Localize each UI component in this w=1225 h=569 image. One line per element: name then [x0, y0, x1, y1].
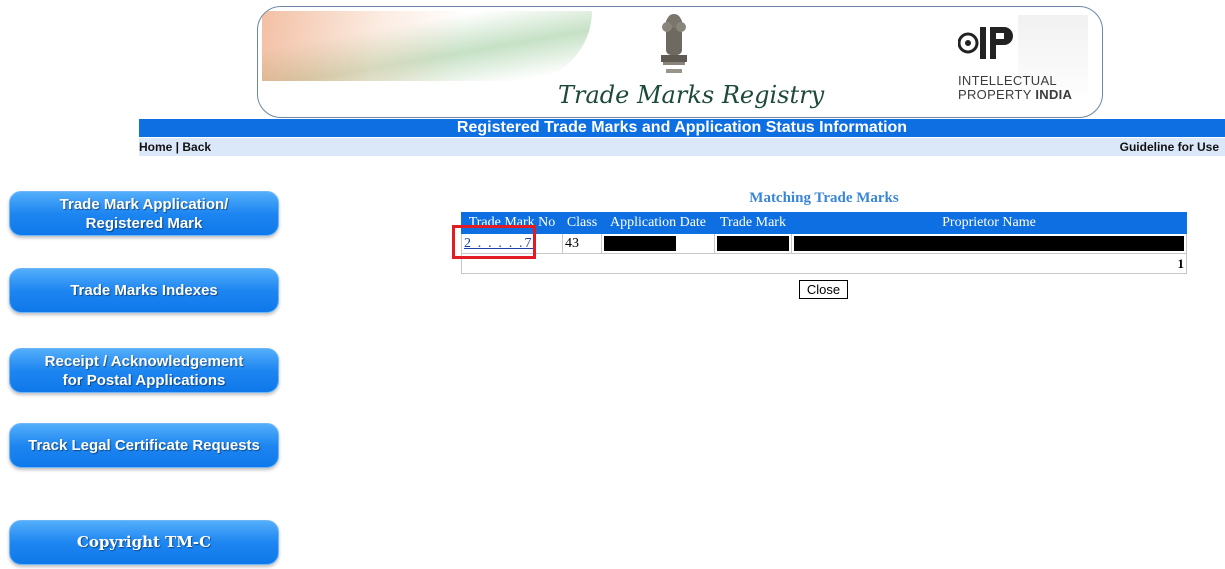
cell-trade-mark	[714, 233, 792, 254]
cell-application-date	[601, 233, 715, 254]
flag-swoosh-graphic	[262, 11, 592, 81]
sidebar-item-label-line1: Trade Mark Application/	[59, 195, 229, 213]
sidebar-item-label-line2: for Postal Applications	[62, 371, 226, 389]
redacted-block	[604, 236, 676, 251]
back-link[interactable]: Back	[182, 140, 211, 154]
pager-row: 1	[461, 253, 1187, 274]
sidebar-item-label: Receipt / Acknowledgement for Postal App…	[45, 352, 244, 390]
sidebar-item-label: Trade Marks Indexes	[70, 282, 218, 299]
redacted-block	[794, 236, 1184, 251]
header-class: Class	[562, 212, 602, 234]
sidebar-item-trade-mark-application[interactable]: Trade Mark Application/ Registered Mark	[9, 191, 279, 236]
sidebar-item-label-line2: Registered Mark	[85, 214, 203, 232]
redacted-block	[717, 236, 789, 251]
table-header-row: Trade Mark No Class Application Date Tra…	[461, 212, 1187, 234]
nav-separator: |	[172, 140, 183, 154]
guideline-link[interactable]: Guideline for Use	[1120, 138, 1219, 156]
matching-trade-marks-title: Matching Trade Marks	[749, 190, 899, 206]
sidebar-item-label: Copyright TM-C	[76, 533, 212, 551]
sidebar-item-receipt-acknowledgement[interactable]: Receipt / Acknowledgement for Postal App…	[9, 348, 279, 393]
sidebar-item-track-legal-certificate[interactable]: Track Legal Certificate Requests	[9, 423, 279, 468]
nav-left: Home | Back	[139, 138, 211, 156]
trade-mark-no-link[interactable]: 2 . . . . .7	[464, 236, 534, 251]
cell-trade-mark-no: 2 . . . . .7	[461, 233, 563, 254]
nav-bar: Home | Back Guideline for Use	[139, 138, 1225, 156]
cell-class: 43	[562, 233, 602, 254]
ip-text-line2: PROPERTY INDIA	[958, 87, 1072, 102]
sidebar-item-label: Trade Mark Application/ Registered Mark	[60, 195, 229, 233]
results-table: Trade Mark No Class Application Date Tra…	[461, 212, 1187, 274]
close-button[interactable]: Close	[799, 280, 848, 299]
registry-title: Trade Marks Registry	[558, 81, 825, 109]
ip-india-logo-icon	[958, 27, 1013, 59]
table-row: 2 . . . . .7 43	[461, 233, 1187, 254]
sidebar-item-trade-marks-indexes[interactable]: Trade Marks Indexes	[9, 268, 279, 313]
header-trade-mark: Trade Mark	[714, 212, 792, 234]
sidebar-item-label-line1: Receipt / Acknowledgement	[44, 352, 244, 370]
ip-text-line1: INTELLECTUAL	[958, 73, 1057, 88]
page-title-bar: Registered Trade Marks and Application S…	[139, 119, 1225, 137]
ip-text-property: PROPERTY	[958, 87, 1036, 102]
sidebar-item-copyright[interactable]: Copyright TM-C	[9, 520, 279, 565]
header-trade-mark-no: Trade Mark No	[461, 212, 563, 234]
header-banner: Trade Marks Registry INTELLECTUAL PROPER…	[257, 6, 1103, 118]
national-emblem-icon	[661, 14, 687, 73]
page-number[interactable]: 1	[461, 253, 1187, 274]
cell-proprietor-name	[791, 233, 1187, 254]
sidebar-item-label: Track Legal Certificate Requests	[28, 437, 260, 454]
header-proprietor-name: Proprietor Name	[791, 212, 1187, 234]
ip-text-india: INDIA	[1035, 87, 1073, 102]
home-link[interactable]: Home	[139, 140, 172, 154]
header-application-date: Application Date	[601, 212, 715, 234]
